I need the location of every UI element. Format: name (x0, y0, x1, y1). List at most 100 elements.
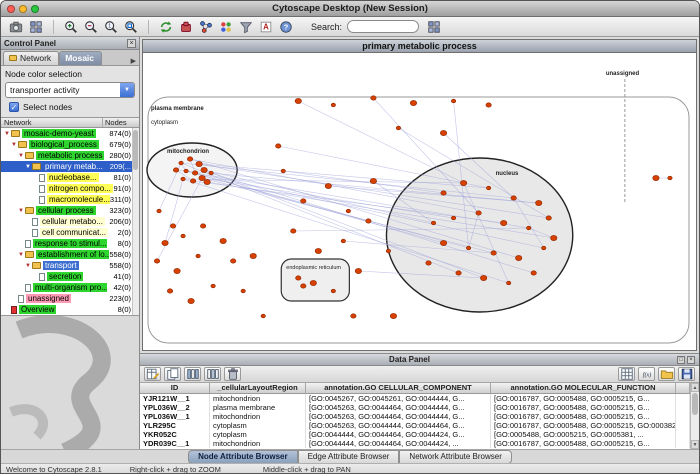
tree-item-nitrogen-compo[interactable]: nitrogen compo...91(0) (1, 183, 139, 194)
network-node[interactable] (154, 259, 159, 263)
network-node[interactable] (196, 161, 202, 166)
network-node[interactable] (451, 216, 455, 220)
tab-node-attribute-browser[interactable]: Node Attribute Browser (188, 450, 298, 464)
network-node[interactable] (181, 177, 185, 181)
advanced-search-icon[interactable] (425, 18, 443, 35)
tree-item-nucleobase[interactable]: nucleobase...81(0) (1, 172, 139, 183)
network-node[interactable] (200, 224, 205, 228)
grid-layout-icon[interactable] (27, 18, 45, 35)
network-node[interactable] (486, 103, 491, 107)
network-node[interactable] (500, 220, 506, 225)
scroll-up-icon[interactable]: ▲ (691, 383, 699, 392)
delete-attribute-icon[interactable] (224, 367, 241, 381)
data-panel-float-icon[interactable]: □ (677, 356, 685, 364)
tree-item-biological-process[interactable]: ▼biological_process679(0) (1, 139, 139, 150)
tree-item-cell-communicat[interactable]: cell communicat...2(0) (1, 227, 139, 238)
scroll-thumb[interactable] (692, 393, 698, 415)
window-titlebar[interactable]: Cytoscape Desktop (New Session) (1, 1, 699, 17)
expander-icon[interactable]: ▼ (17, 208, 25, 214)
network-node[interactable] (201, 167, 207, 172)
vizmapper-icon[interactable] (217, 18, 235, 35)
network-node[interactable] (199, 175, 205, 180)
tree-item-multi-organism-pro[interactable]: multi-organism pro...42(0) (1, 282, 139, 293)
network-node[interactable] (291, 229, 296, 233)
expander-icon[interactable]: ▼ (17, 252, 25, 258)
new-network-icon[interactable] (197, 18, 215, 35)
network-node[interactable] (410, 100, 416, 105)
zoom-out-icon[interactable] (82, 18, 100, 35)
network-node[interactable] (204, 179, 210, 184)
network-node[interactable] (531, 271, 536, 275)
network-node[interactable] (190, 179, 195, 183)
tree-item-primary-metab[interactable]: ▼primary metab...209(... (1, 161, 139, 172)
network-node[interactable] (184, 169, 188, 173)
tab-mosaic[interactable]: Mosaic (59, 51, 102, 65)
tree-item-metabolic-process[interactable]: ▼metabolic process280(0) (1, 150, 139, 161)
network-node[interactable] (174, 268, 180, 273)
network-canvas[interactable]: plasma membrane cytoplasm mitochondrion … (143, 53, 696, 350)
network-node[interactable] (162, 240, 168, 245)
network-node[interactable] (386, 249, 390, 253)
network-node[interactable] (301, 199, 306, 203)
network-node[interactable] (310, 280, 316, 285)
network-node[interactable] (341, 239, 345, 243)
network-node[interactable] (157, 209, 161, 213)
tree-scroll-thumb[interactable] (133, 130, 138, 170)
network-node[interactable] (546, 216, 551, 220)
network-node[interactable] (209, 171, 213, 175)
edit-table-icon[interactable] (144, 367, 161, 381)
column-header-annotation-go-molecular-function[interactable]: annotation.GO MOLECULAR_FUNCTION (491, 383, 676, 393)
select-columns-icon[interactable] (184, 367, 201, 381)
node-color-dropdown[interactable]: transporter activity ▼ (5, 82, 135, 98)
scroll-down-icon[interactable]: ▼ (691, 440, 699, 449)
data-panel-close-icon[interactable]: × (687, 356, 695, 364)
network-overview-thumbnail[interactable] (1, 315, 139, 449)
network-node[interactable] (551, 235, 557, 240)
table-row[interactable]: YPL036W__2plasma membrane[GO:0045263, GO… (140, 403, 690, 412)
network-node[interactable] (315, 248, 321, 253)
network-node[interactable] (346, 209, 350, 213)
network-node[interactable] (653, 175, 659, 180)
attribute-matrix-icon[interactable] (618, 367, 635, 381)
network-node[interactable] (456, 271, 461, 275)
network-node[interactable] (325, 183, 331, 188)
network-node[interactable] (506, 281, 510, 285)
expander-icon[interactable]: ▼ (3, 131, 11, 137)
tab-edge-attribute-browser[interactable]: Edge Attribute Browser (298, 450, 400, 464)
table-row[interactable]: YPL036W__1mitochondrion[GO:0045263, GO:0… (140, 412, 690, 421)
network-node[interactable] (167, 289, 172, 293)
network-node[interactable] (295, 98, 301, 103)
copy-attributes-icon[interactable] (164, 367, 181, 381)
export-table-icon[interactable] (678, 367, 695, 381)
network-node[interactable] (331, 103, 335, 107)
network-node[interactable] (230, 259, 235, 263)
expander-icon[interactable]: ▼ (24, 263, 32, 269)
network-node[interactable] (220, 238, 226, 243)
tree-item-secretion[interactable]: secretion41(0) (1, 271, 139, 282)
refresh-network-icon[interactable] (157, 18, 175, 35)
network-node[interactable] (250, 253, 256, 258)
network-node[interactable] (451, 99, 455, 103)
network-node[interactable] (331, 289, 335, 293)
network-node[interactable] (431, 221, 435, 225)
network-node[interactable] (491, 251, 496, 255)
annotation-icon[interactable]: A (257, 18, 275, 35)
network-node[interactable] (486, 186, 490, 190)
filter-icon[interactable] (237, 18, 255, 35)
network-node[interactable] (396, 126, 400, 130)
network-node[interactable] (480, 275, 486, 280)
tree-item-transport[interactable]: ▼transport558(0) (1, 260, 139, 271)
table-row[interactable]: YJR121W__1mitochondrion[GO:0045267, GO:0… (140, 394, 690, 403)
network-node[interactable] (355, 268, 361, 273)
tree-item-establishment-of-lo[interactable]: ▼establishment of lo...558(0) (1, 249, 139, 260)
column-header-id[interactable]: ID (140, 383, 210, 393)
expander-icon[interactable]: ▼ (10, 142, 18, 148)
network-node[interactable] (187, 157, 192, 161)
network-node[interactable] (296, 276, 301, 280)
plugin-manager-icon[interactable] (177, 18, 195, 35)
zoom-in-icon[interactable] (62, 18, 80, 35)
zoom-window-button[interactable] (31, 5, 39, 13)
network-node[interactable] (542, 246, 546, 250)
network-node[interactable] (276, 144, 281, 148)
network-node[interactable] (181, 234, 185, 238)
